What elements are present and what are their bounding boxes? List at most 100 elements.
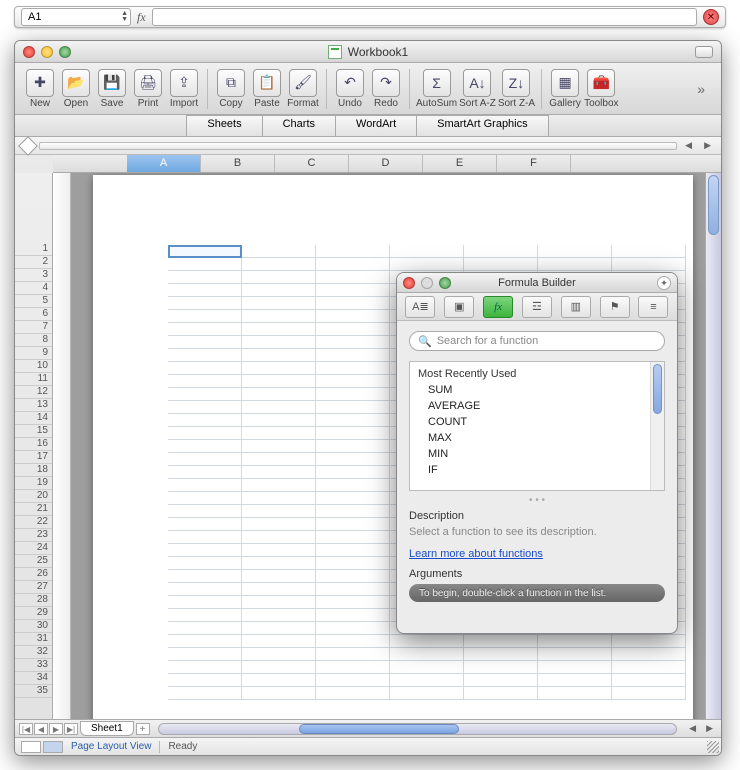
- cell[interactable]: [242, 531, 316, 544]
- formula-input[interactable]: [152, 8, 697, 26]
- sheet-first-icon[interactable]: |◀: [19, 723, 33, 735]
- cell[interactable]: [168, 271, 242, 284]
- toolbar-autosum[interactable]: ΣAutoSum: [416, 69, 457, 109]
- cell[interactable]: [464, 648, 538, 661]
- panel-tab-chart[interactable]: ▥: [561, 296, 591, 318]
- cell[interactable]: [242, 388, 316, 401]
- ruler-nav-left[interactable]: ◀: [681, 140, 696, 151]
- cell[interactable]: [242, 492, 316, 505]
- cell[interactable]: [168, 596, 242, 609]
- cell[interactable]: [316, 687, 390, 700]
- row-header[interactable]: 7: [15, 321, 52, 334]
- cell[interactable]: [242, 310, 316, 323]
- cell[interactable]: [316, 245, 390, 258]
- cell[interactable]: [242, 609, 316, 622]
- toolbar-import[interactable]: ⇪Import: [167, 69, 201, 109]
- cell[interactable]: [316, 414, 390, 427]
- cell[interactable]: [316, 440, 390, 453]
- cell[interactable]: [168, 674, 242, 687]
- cell[interactable]: [316, 271, 390, 284]
- cell[interactable]: [612, 687, 686, 700]
- cell[interactable]: [612, 245, 686, 258]
- row-header[interactable]: 26: [15, 568, 52, 581]
- row-header[interactable]: 22: [15, 516, 52, 529]
- cell[interactable]: [316, 375, 390, 388]
- cell[interactable]: [168, 453, 242, 466]
- toolbar-print[interactable]: 🖨Print: [131, 69, 165, 109]
- cell[interactable]: [242, 648, 316, 661]
- sheet-next-icon[interactable]: ▶: [49, 723, 63, 735]
- cell[interactable]: [390, 661, 464, 674]
- hscroll-left[interactable]: ◀: [685, 723, 700, 734]
- cell[interactable]: [168, 440, 242, 453]
- cell[interactable]: [242, 349, 316, 362]
- cell[interactable]: [316, 570, 390, 583]
- toolbar-undo[interactable]: ↶Undo: [333, 69, 367, 109]
- panel-tab-object[interactable]: ▣: [444, 296, 474, 318]
- cell[interactable]: [242, 687, 316, 700]
- toolbar-sort-z-a[interactable]: Z↓Sort Z-A: [498, 69, 535, 109]
- column-header-f[interactable]: F: [497, 155, 571, 172]
- row-header[interactable]: 15: [15, 425, 52, 438]
- cell[interactable]: [242, 544, 316, 557]
- cell[interactable]: [538, 635, 612, 648]
- cell[interactable]: [168, 258, 242, 271]
- cell[interactable]: [538, 245, 612, 258]
- cell[interactable]: [242, 505, 316, 518]
- cell[interactable]: [168, 414, 242, 427]
- fx-icon[interactable]: fx: [137, 10, 146, 25]
- sheet-tab[interactable]: Sheet1: [80, 721, 134, 736]
- cell[interactable]: [316, 544, 390, 557]
- cell[interactable]: [168, 635, 242, 648]
- toolbar-copy[interactable]: ⧉Copy: [214, 69, 248, 109]
- cell[interactable]: [316, 635, 390, 648]
- row-header[interactable]: 32: [15, 646, 52, 659]
- function-list[interactable]: Most Recently Used SUMAVERAGECOUNTMAXMIN…: [409, 361, 665, 491]
- cell[interactable]: [612, 258, 686, 271]
- cell[interactable]: [242, 570, 316, 583]
- row-header[interactable]: 21: [15, 503, 52, 516]
- cell[interactable]: [168, 310, 242, 323]
- function-item-sum[interactable]: SUM: [410, 382, 664, 398]
- cell[interactable]: [464, 635, 538, 648]
- row-header[interactable]: 4: [15, 282, 52, 295]
- row-header[interactable]: 28: [15, 594, 52, 607]
- cell[interactable]: [316, 609, 390, 622]
- toolbar-paste[interactable]: 📋Paste: [250, 69, 284, 109]
- cell[interactable]: [316, 401, 390, 414]
- cell[interactable]: [612, 661, 686, 674]
- column-header-c[interactable]: C: [275, 155, 349, 172]
- gallery-tab-wordart[interactable]: WordArt: [335, 115, 417, 136]
- list-scrollbar[interactable]: [650, 362, 664, 490]
- cell[interactable]: [242, 336, 316, 349]
- toolbar-overflow-button[interactable]: »: [689, 81, 713, 97]
- toolbar-save[interactable]: 💾Save: [95, 69, 129, 109]
- cell[interactable]: [390, 687, 464, 700]
- toolbar-open[interactable]: 📂Open: [59, 69, 93, 109]
- panel-tab-other[interactable]: ≡: [638, 296, 668, 318]
- cell[interactable]: [168, 687, 242, 700]
- cell[interactable]: [168, 323, 242, 336]
- cell[interactable]: [612, 635, 686, 648]
- function-item-min[interactable]: MIN: [410, 446, 664, 462]
- cell[interactable]: [168, 362, 242, 375]
- function-item-count[interactable]: COUNT: [410, 414, 664, 430]
- cell[interactable]: [464, 674, 538, 687]
- function-item-max[interactable]: MAX: [410, 430, 664, 446]
- cell[interactable]: [316, 674, 390, 687]
- cell[interactable]: [168, 544, 242, 557]
- cell[interactable]: [316, 297, 390, 310]
- cell[interactable]: [464, 258, 538, 271]
- cell[interactable]: [612, 674, 686, 687]
- cell[interactable]: [168, 505, 242, 518]
- cell[interactable]: [316, 362, 390, 375]
- row-header[interactable]: 6: [15, 308, 52, 321]
- stepper-icon[interactable]: ▲▼: [121, 11, 128, 23]
- cell[interactable]: [168, 375, 242, 388]
- row-header[interactable]: 30: [15, 620, 52, 633]
- add-sheet-button[interactable]: +: [136, 723, 150, 735]
- cell[interactable]: [390, 674, 464, 687]
- cell[interactable]: [242, 622, 316, 635]
- row-header[interactable]: 19: [15, 477, 52, 490]
- cell[interactable]: [390, 258, 464, 271]
